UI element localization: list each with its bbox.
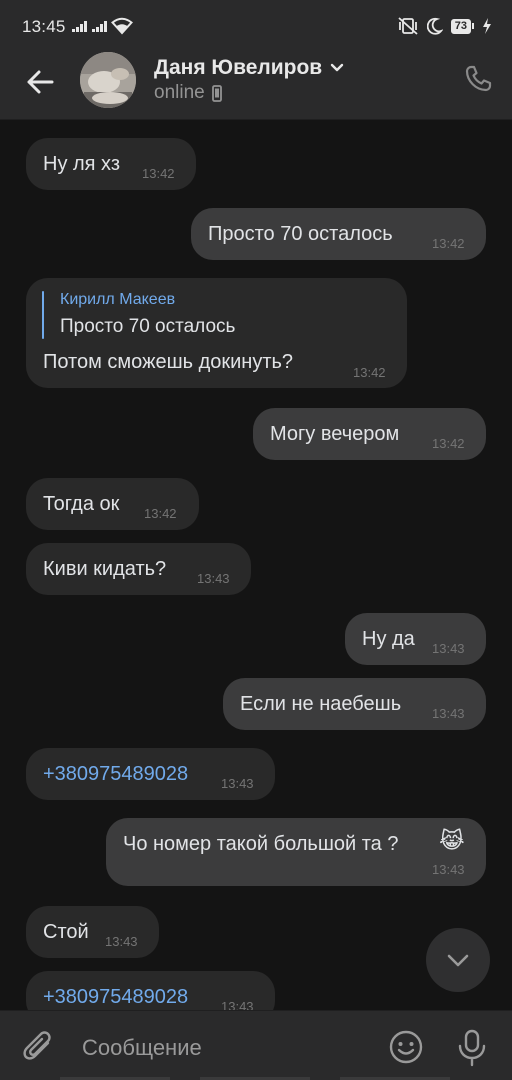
message-bubble[interactable]: Стой 13:43 xyxy=(26,906,159,958)
message-bubble-reply[interactable]: Кирилл Макеев Просто 70 осталось Потом с… xyxy=(26,278,407,388)
reply-quote: Просто 70 осталось xyxy=(60,316,236,337)
message-time: 13:42 xyxy=(144,506,177,521)
message-bubble[interactable]: Если не наебешь 13:43 xyxy=(223,678,486,730)
signal-icon xyxy=(92,20,107,32)
reply-bar xyxy=(42,291,44,339)
microphone-icon[interactable] xyxy=(456,1029,488,1067)
composer-bar xyxy=(0,1010,512,1080)
message-time: 13:42 xyxy=(432,236,465,251)
battery-icon: 73 xyxy=(450,18,474,34)
contact-status-row: online xyxy=(154,82,222,104)
message-text: Просто 70 осталось xyxy=(208,223,393,245)
message-text: Потом сможешь докинуть? xyxy=(43,351,294,373)
message-text: Стой xyxy=(43,921,89,943)
message-time: 13:43 xyxy=(221,999,254,1010)
chevron-down-icon xyxy=(447,954,469,967)
phone-call-icon[interactable] xyxy=(464,65,492,93)
message-time: 13:43 xyxy=(221,776,254,791)
message-text: Киви кидать? xyxy=(43,558,167,580)
message-time: 13:43 xyxy=(432,641,465,656)
message-time: 13:43 xyxy=(105,934,138,949)
message-bubble[interactable]: Киви кидать? 13:43 xyxy=(26,543,251,595)
message-time: 13:43 xyxy=(432,862,465,877)
paperclip-icon[interactable] xyxy=(22,1029,56,1065)
status-time: 13:45 xyxy=(22,17,66,36)
battery-level: 73 xyxy=(450,18,471,34)
message-text: Тогда ок xyxy=(43,493,120,515)
message-time: 13:42 xyxy=(432,436,465,451)
vibrate-icon xyxy=(398,17,418,35)
signal-icon xyxy=(72,20,87,32)
avatar[interactable] xyxy=(80,52,136,108)
message-time: 13:42 xyxy=(142,166,175,181)
message-bubble[interactable]: Ну да 13:43 xyxy=(345,613,486,665)
charging-icon xyxy=(483,18,491,34)
phone-number-link[interactable]: +380975489028 xyxy=(43,986,188,1009)
message-text: Ну да xyxy=(362,628,415,650)
message-bubble[interactable]: Просто 70 осталось 13:42 xyxy=(191,208,486,260)
contact-name: Даня Ювелиров xyxy=(154,56,323,79)
message-time: 13:42 xyxy=(353,365,386,380)
chevron-down-icon xyxy=(331,63,344,72)
wifi-icon xyxy=(111,17,133,35)
back-arrow-icon[interactable] xyxy=(24,66,56,98)
message-text: Могу вечером xyxy=(270,423,400,445)
message-bubble[interactable]: Ну ля хз 13:42 xyxy=(26,138,196,190)
chat-header: Даня Ювелиров online xyxy=(0,52,512,120)
contact-name-row[interactable]: Даня Ювелиров xyxy=(154,56,344,80)
message-time: 13:43 xyxy=(432,706,465,721)
message-bubble[interactable]: Могу вечером 13:42 xyxy=(253,408,486,460)
phone-number-link[interactable]: +380975489028 xyxy=(43,763,188,786)
message-bubble[interactable]: Чо номер такой большой та ? 😹 13:43 xyxy=(106,818,486,886)
message-bubble[interactable]: Тогда ок 13:42 xyxy=(26,478,199,530)
message-bubble[interactable]: +380975489028 13:43 xyxy=(26,971,275,1010)
message-list[interactable]: Ну ля хз 13:42 Просто 70 осталось 13:42 … xyxy=(0,120,512,1010)
crying-laughing-cat-emoji: 😹 xyxy=(439,828,465,853)
status-bar: 13:45 73 xyxy=(0,0,512,52)
phone-device-icon xyxy=(211,84,222,102)
message-text: Если не наебешь xyxy=(240,693,402,715)
scroll-to-bottom-button[interactable] xyxy=(426,928,490,992)
smile-icon[interactable] xyxy=(388,1029,424,1065)
message-text: Ну ля хз xyxy=(43,153,121,175)
moon-icon xyxy=(426,17,443,35)
message-bubble[interactable]: +380975489028 13:43 xyxy=(26,748,275,800)
reply-author[interactable]: Кирилл Макеев xyxy=(60,291,175,309)
message-input[interactable] xyxy=(82,1033,372,1063)
message-text: Чо номер такой большой та ? xyxy=(123,833,399,855)
message-time: 13:43 xyxy=(197,571,230,586)
contact-status: online xyxy=(154,82,205,103)
